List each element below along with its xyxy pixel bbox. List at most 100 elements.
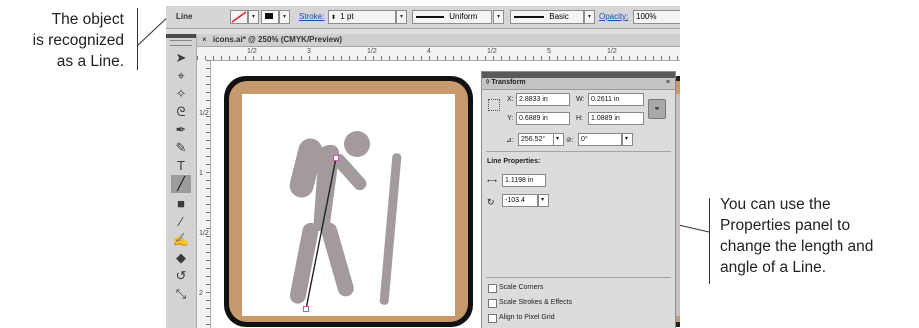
length-icon: ⟷ (487, 178, 498, 185)
direct-selection-tool-button[interactable]: ⌖ (171, 67, 191, 85)
transform-panel-header: ◊ Transform ≡ (482, 78, 675, 90)
tab-transform[interactable]: ◊ Transform (486, 79, 526, 86)
scale-strokes-label: Scale Strokes & Effects (499, 299, 573, 306)
line-angle-dropdown[interactable]: ▾ (538, 194, 549, 207)
profile-value: Uniform (449, 12, 478, 21)
shear-field[interactable]: 0° (578, 133, 622, 146)
rotate-tool-button[interactable]: ↺ (171, 267, 191, 285)
brush-select[interactable]: Basic (510, 10, 584, 24)
opacity-value: 100% (636, 12, 657, 21)
anchor-point-start[interactable] (333, 155, 339, 161)
profile-line-icon (416, 15, 444, 18)
pen-tool-icon: ✒ (175, 122, 187, 137)
transform-title: Transform (491, 79, 526, 86)
ruler-v-label: 1 (199, 170, 203, 177)
h-field[interactable]: 1.0889 in (588, 112, 644, 125)
curvature-tool-button[interactable]: ✎ (171, 139, 191, 157)
profile-select[interactable]: Uniform (412, 10, 492, 24)
stroke-link[interactable]: Stroke: (299, 12, 324, 21)
tools-panel-collapse[interactable] (170, 40, 192, 46)
rotate-tool-icon: ↺ (175, 268, 187, 283)
x-field[interactable]: 2.8833 in (516, 93, 570, 106)
magic-wand-tool-icon: ✧ (175, 86, 187, 101)
y-label: Y: (507, 115, 514, 122)
ruler-h-label: 1/2 (247, 48, 257, 55)
document-tab-bar: × icons.ai* @ 250% (CMYK/Preview) (197, 34, 680, 47)
opacity-link[interactable]: Opacity: (599, 12, 628, 21)
stroke-weight-value: 1 pt (340, 12, 354, 21)
shaper-tool-button[interactable]: ✍ (171, 231, 191, 249)
type-tool-button[interactable]: T (171, 157, 191, 175)
opacity-field[interactable]: 100% (633, 10, 680, 24)
line-length-field[interactable]: 1.1198 in (502, 174, 546, 187)
constrain-proportions-button[interactable]: ⚭ (648, 99, 666, 119)
align-pixel-grid-checkbox[interactable] (488, 314, 497, 323)
tools-panel: ➤ ⌖ ✧ ᘓ ✒ ✎ T ╱ ■ ⁄ ✍ ◆ ↺ ⤡ (166, 34, 197, 328)
callout-left-line-1: The object (51, 11, 124, 28)
scale-tool-button[interactable]: ⤡ (171, 285, 191, 303)
shear-icon: ⊘: (566, 137, 574, 144)
ruler-h-label: 4 (427, 48, 431, 55)
brush-line-icon (514, 15, 544, 18)
scale-corners-checkbox[interactable] (488, 284, 497, 293)
eraser-tool-button[interactable]: ◆ (171, 249, 191, 267)
magic-wand-tool-button[interactable]: ✧ (171, 85, 191, 103)
stroke-swatch[interactable] (261, 10, 279, 24)
line-angle-field[interactable]: -103.4 (502, 194, 538, 207)
document-tab[interactable]: × icons.ai* @ 250% (CMYK/Preview) (202, 34, 342, 46)
profile-dropdown[interactable]: ▾ (493, 10, 504, 24)
shear-dropdown[interactable]: ▾ (622, 133, 633, 146)
y-field[interactable]: 0.6889 in (516, 112, 570, 125)
selection-tool-button[interactable]: ➤ (171, 49, 191, 67)
line-segment-tool-icon: ╱ (177, 176, 185, 191)
callout-left-line-3: as a Line. (56, 53, 124, 70)
rotate-field[interactable]: 256.52° (518, 133, 554, 146)
brush-dropdown[interactable]: ▾ (584, 10, 595, 24)
stepper-icon: ⬍ (331, 15, 337, 21)
fill-dropdown[interactable]: ▾ (248, 10, 259, 24)
ruler-h-label: 1/2 (607, 48, 617, 55)
lasso-tool-icon: ᘓ (176, 104, 186, 119)
selection-tool-icon: ➤ (175, 50, 187, 65)
tools-panel-grip[interactable] (166, 34, 196, 38)
stroke-dropdown[interactable]: ▾ (279, 10, 290, 24)
rotate-dropdown[interactable]: ▾ (553, 133, 564, 146)
rectangle-tool-button[interactable]: ■ (171, 195, 191, 213)
stroke-color-icon (265, 13, 273, 19)
lasso-tool-button[interactable]: ᘓ (171, 103, 191, 121)
callout-left: The object is recognized as a Line. (0, 9, 124, 72)
pen-tool-button[interactable]: ✒ (171, 121, 191, 139)
direct-selection-tool-icon: ⌖ (177, 68, 185, 83)
angle-icon: ↻ (487, 197, 495, 207)
ruler-h-label: 1/2 (367, 48, 377, 55)
line-segment-tool-button[interactable]: ╱ (171, 175, 191, 193)
callout-right-line-2: Properties panel to (720, 217, 851, 234)
fill-swatch[interactable] (230, 10, 248, 24)
control-bar: Line ▾ ▾ Stroke: ⬍ 1 pt ▾ Uniform ▾ Basi… (166, 6, 680, 29)
object-type-label: Line (176, 12, 193, 21)
callout-left-line-2: is recognized (32, 32, 124, 49)
rotate-icon: ⊿: (506, 137, 514, 144)
panel-menu-icon[interactable]: ≡ (666, 79, 670, 86)
transform-panel: ◊ Transform ≡ X: 2.8833 in W: 0.2611 in … (481, 71, 676, 328)
h-label: H: (576, 115, 583, 122)
scale-strokes-checkbox[interactable] (488, 299, 497, 308)
scale-corners-label: Scale Corners (499, 284, 544, 291)
paintbrush-tool-button[interactable]: ⁄ (171, 213, 191, 231)
w-field[interactable]: 0.2611 in (588, 93, 644, 106)
curvature-tool-icon: ✎ (175, 140, 187, 155)
ruler-h-label: 3 (307, 48, 311, 55)
w-label: W: (576, 96, 585, 103)
stroke-weight-field[interactable]: ⬍ 1 pt (328, 10, 396, 24)
ruler-v-label: 1/2 (199, 110, 209, 117)
vertical-ruler[interactable] (197, 60, 211, 328)
hiker-head (344, 131, 370, 157)
shaper-tool-icon: ✍ (172, 232, 190, 247)
reference-point-icon[interactable] (488, 99, 500, 111)
callout-right-line-4: angle of a Line. (720, 259, 827, 276)
illustrator-window: Line ▾ ▾ Stroke: ⬍ 1 pt ▾ Uniform ▾ Basi… (166, 6, 680, 328)
stroke-weight-dropdown[interactable]: ▾ (396, 10, 407, 24)
x-label: X: (507, 96, 514, 103)
anchor-point-end[interactable] (303, 306, 309, 312)
tab-close-icon[interactable]: × (202, 35, 207, 44)
